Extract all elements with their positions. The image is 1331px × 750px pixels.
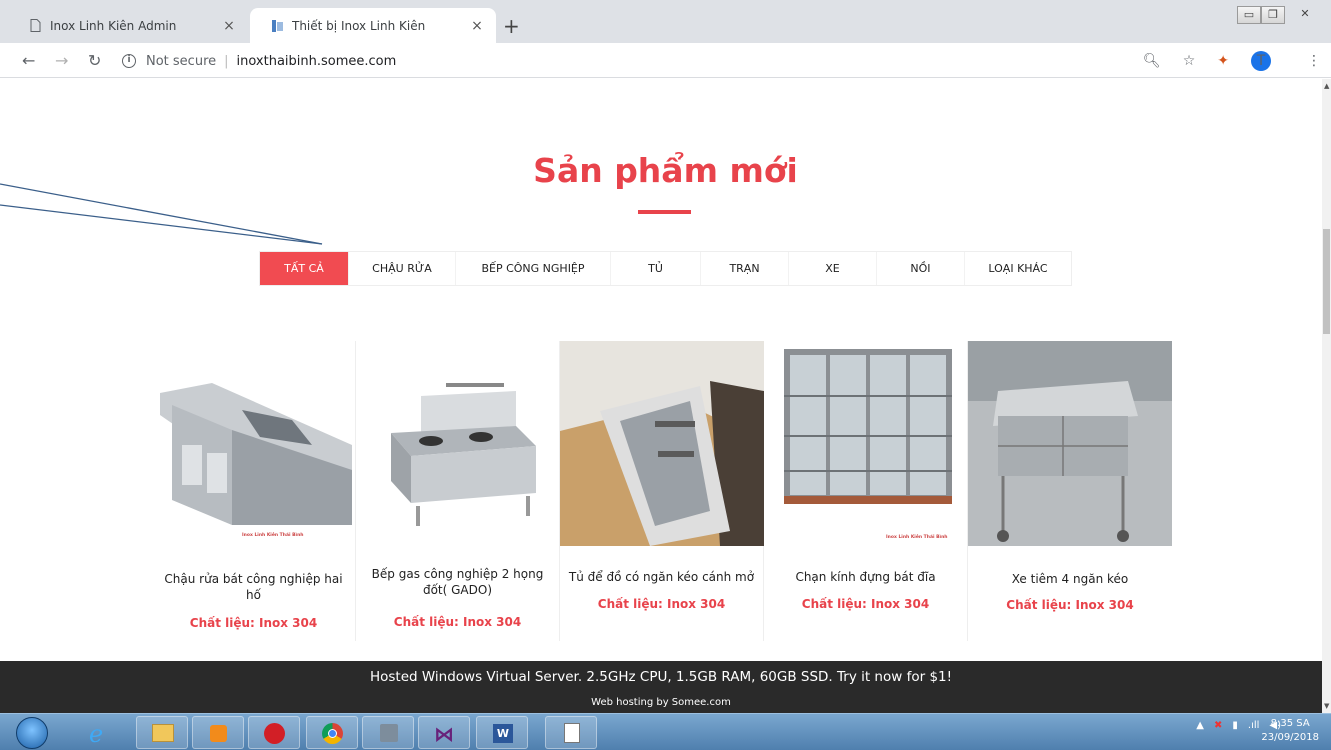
window-controls: ▭ ❐ ✕ (1237, 6, 1325, 24)
word-icon[interactable]: W (476, 716, 528, 749)
internet-explorer-icon[interactable]: e (76, 716, 128, 749)
url-text: inoxthaibinh.somee.com (236, 53, 397, 69)
windows-taskbar: e ⋈ W ▲ ✖ ▮ .ıll ◀) 8:35 SA 23/09/2018 (0, 713, 1331, 750)
product-material: Chất liệu: Inox 304 (801, 597, 930, 611)
clock-date: 23/09/2018 (1261, 732, 1319, 743)
product-material: Chất liệu: Inox 304 (393, 615, 522, 629)
product-card[interactable]: Xe tiêm 4 ngăn kéo Chất liệu: Inox 304 (968, 341, 1172, 641)
watermark-text: Inox Linh Kiên Thái Bình (886, 535, 948, 540)
zoom-icon[interactable]: 🔍︎ (1143, 53, 1161, 69)
clock-time: 8:35 SA (1270, 718, 1310, 729)
visual-studio-icon[interactable]: ⋈ (418, 716, 470, 749)
page-scrollbar[interactable]: ▲ ▼ (1322, 79, 1331, 713)
info-icon[interactable]: i (122, 54, 136, 68)
product-image[interactable] (764, 341, 968, 546)
filter-xe[interactable]: XE (789, 252, 877, 285)
reload-icon[interactable]: ↻ (88, 51, 101, 70)
category-filters: TẤT CẢ CHẬU RỬA BẾP CÔNG NGHIỆP TỦ TRẠN … (259, 251, 1072, 286)
filter-tran[interactable]: TRẠN (701, 252, 789, 285)
page-content: Sản phẩm mới TẤT CẢ CHẬU RỬA BẾP CÔNG NG… (0, 79, 1322, 713)
product-card[interactable]: Inox Linh Kiên Thái Bình Chạn kính đựng … (764, 341, 968, 641)
hosting-ad-banner[interactable]: Hosted Windows Virtual Server. 2.5GHz CP… (0, 661, 1322, 713)
ad-subline[interactable]: Web hosting by Somee.com (0, 697, 1322, 708)
filter-loai-khac[interactable]: LOẠI KHÁC (965, 252, 1071, 285)
product-material: Chất liệu: Inox 304 (189, 616, 318, 630)
power-icon[interactable]: ▮ (1232, 720, 1238, 731)
filter-chau-rua[interactable]: CHẬU RỬA (349, 252, 456, 285)
new-tab-plus-icon[interactable]: + (503, 14, 520, 38)
product-card[interactable]: Tủ để đồ có ngăn kéo cánh mở Chất liệu: … (560, 341, 764, 641)
product-image[interactable] (152, 375, 356, 545)
product-image[interactable] (560, 341, 764, 546)
chrome-icon[interactable] (306, 716, 358, 749)
product-name[interactable]: Chậu rửa bát công nghiệp hai hố (158, 571, 349, 603)
app-red-icon[interactable] (248, 716, 300, 749)
filter-all[interactable]: TẤT CẢ (260, 252, 349, 285)
address-bar[interactable]: i Not secure | inoxthaibinh.somee.com (122, 49, 396, 73)
restore-icon[interactable]: ❐ (1261, 6, 1285, 24)
product-name[interactable]: Bếp gas công nghiệp 2 họng đốt( GADO) (362, 566, 553, 598)
watermark-text: Inox Linh Kiên Thái Bình (242, 533, 304, 538)
ad-headline[interactable]: Hosted Windows Virtual Server. 2.5GHz CP… (0, 669, 1322, 685)
scroll-down-icon[interactable]: ▼ (1324, 702, 1329, 710)
signal-icon[interactable]: .ıll (1248, 720, 1260, 731)
filter-noi[interactable]: NỒI (877, 252, 965, 285)
close-icon[interactable]: × (470, 18, 484, 34)
close-icon[interactable]: × (222, 18, 236, 34)
title-underline (638, 210, 691, 214)
scrollbar-thumb[interactable] (1323, 229, 1330, 334)
back-arrow-icon[interactable]: ← (22, 51, 35, 70)
divider: | (224, 53, 229, 69)
tab-thiet-bi[interactable]: Thiết bị Inox Linh Kiên × (250, 8, 496, 43)
product-card[interactable]: Bếp gas công nghiệp 2 họng đốt( GADO) Ch… (356, 341, 560, 641)
close-window-icon[interactable]: ✕ (1285, 6, 1325, 24)
scroll-up-icon[interactable]: ▲ (1324, 82, 1329, 90)
filter-tu[interactable]: TỦ (611, 252, 701, 285)
menu-dots-icon[interactable]: ⋮ (1307, 53, 1321, 69)
product-image[interactable] (356, 371, 560, 541)
bookmark-star-icon[interactable]: ☆ (1183, 53, 1196, 69)
product-material: Chất liệu: Inox 304 (597, 597, 726, 611)
filter-bep-cong-nghiep[interactable]: BẾP CÔNG NGHIỆP (456, 252, 611, 285)
section-title: Sản phẩm mới (533, 151, 798, 190)
minimize-icon[interactable]: ▭ (1237, 6, 1261, 24)
toolbar-right-icons: 🔍︎ ☆ ✦ T ⋮ (1143, 50, 1331, 72)
taskbar-clock[interactable]: 8:35 SA 23/09/2018 (1261, 717, 1319, 745)
network-error-icon[interactable]: ✖ (1214, 720, 1222, 731)
product-grid: Inox Linh Kiên Thái Bình Chậu rửa bát cô… (152, 341, 1172, 641)
tab-label: Thiết bị Inox Linh Kiên (292, 18, 426, 33)
tab-label: Inox Linh Kiên Admin (50, 18, 177, 33)
product-name[interactable]: Chạn kính đựng bát đĩa (770, 569, 961, 585)
browser-toolbar: ← → ↻ i Not secure | inoxthaibinh.somee.… (0, 43, 1331, 78)
tray-expand-icon[interactable]: ▲ (1196, 720, 1204, 731)
product-material: Chất liệu: Inox 304 (1006, 598, 1134, 612)
file-explorer-icon[interactable] (136, 716, 188, 749)
page-icon (30, 19, 41, 32)
product-image[interactable] (968, 341, 1172, 546)
product-card[interactable]: Inox Linh Kiên Thái Bình Chậu rửa bát cô… (152, 341, 356, 641)
product-name[interactable]: Xe tiêm 4 ngăn kéo (974, 571, 1166, 587)
tools-app-icon[interactable] (362, 716, 414, 749)
tab-admin[interactable]: Inox Linh Kiên Admin × (8, 8, 248, 43)
forward-arrow-icon[interactable]: → (55, 51, 68, 70)
product-name[interactable]: Tủ để đồ có ngăn kéo cánh mở (566, 569, 757, 585)
site-favicon-icon (272, 20, 283, 32)
browser-tab-bar: Inox Linh Kiên Admin × Thiết bị Inox Lin… (0, 0, 1331, 43)
profile-avatar[interactable]: T (1251, 51, 1271, 71)
security-label: Not secure (146, 53, 217, 69)
media-player-icon[interactable] (192, 716, 244, 749)
extension-icon[interactable]: ✦ (1217, 53, 1229, 69)
start-button-icon[interactable] (16, 717, 48, 749)
notepad-app-icon[interactable] (545, 716, 597, 749)
